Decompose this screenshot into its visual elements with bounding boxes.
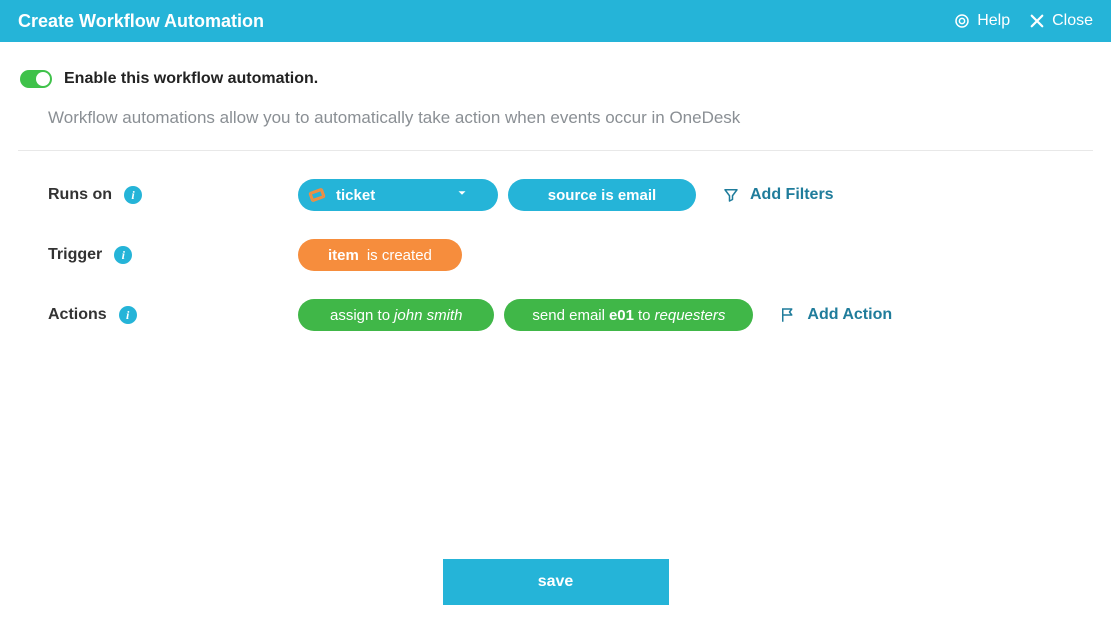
trigger-label: Trigger — [48, 246, 102, 264]
flag-icon — [779, 306, 797, 324]
add-filters-label: Add Filters — [750, 186, 834, 204]
filter-pill[interactable]: source is email — [508, 179, 696, 211]
add-action-button[interactable]: Add Action — [779, 306, 892, 324]
enable-toggle[interactable] — [20, 70, 52, 88]
assign-value: john smith — [394, 307, 462, 324]
help-label: Help — [977, 12, 1010, 30]
assign-action-pill[interactable]: assign to john smith — [298, 299, 494, 331]
actions-row: Actions i assign to john smith send emai… — [48, 299, 1093, 331]
runs-on-row: Runs on i ticket source is email — [48, 179, 1093, 211]
runs-on-content: ticket source is email Add Filters — [298, 179, 834, 211]
type-dropdown[interactable]: ticket — [298, 179, 498, 211]
close-button[interactable]: Close — [1028, 12, 1093, 30]
type-value: ticket — [336, 187, 375, 204]
header-actions: Help Close — [953, 12, 1093, 30]
enable-row: Enable this workflow automation. — [18, 70, 1093, 88]
help-button[interactable]: Help — [953, 12, 1010, 30]
chevron-down-icon — [455, 186, 469, 204]
filter-text: source is email — [548, 187, 656, 204]
save-button[interactable]: save — [443, 559, 669, 605]
trigger-row: Trigger i item is created — [48, 239, 1093, 271]
trigger-pill[interactable]: item is created — [298, 239, 462, 271]
dialog-content: Enable this workflow automation. Workflo… — [0, 42, 1111, 331]
help-icon — [953, 12, 971, 30]
ticket-icon — [308, 186, 326, 204]
runs-on-label-wrap: Runs on i — [48, 186, 298, 204]
filter-icon — [722, 186, 740, 204]
info-icon[interactable]: i — [124, 186, 142, 204]
config-section: Runs on i ticket source is email — [18, 179, 1093, 331]
close-icon — [1028, 12, 1046, 30]
dialog-title: Create Workflow Automation — [18, 11, 953, 32]
actions-label-wrap: Actions i — [48, 306, 298, 324]
info-icon[interactable]: i — [114, 246, 132, 264]
send-email-action-pill[interactable]: send email e01 to requesters — [504, 299, 753, 331]
actions-label: Actions — [48, 306, 107, 324]
send-template: e01 — [609, 307, 634, 324]
add-filters-button[interactable]: Add Filters — [722, 186, 834, 204]
trigger-created: is created — [367, 247, 432, 264]
trigger-content: item is created — [298, 239, 462, 271]
enable-label: Enable this workflow automation. — [64, 70, 318, 88]
trigger-label-wrap: Trigger i — [48, 246, 298, 264]
close-label: Close — [1052, 12, 1093, 30]
info-icon[interactable]: i — [119, 306, 137, 324]
trigger-item: item — [328, 247, 359, 264]
send-prefix: send email — [532, 307, 605, 324]
add-action-label: Add Action — [807, 306, 892, 324]
send-target: requesters — [655, 307, 726, 324]
runs-on-label: Runs on — [48, 186, 112, 204]
dialog-footer: save — [0, 559, 1111, 605]
description-text: Workflow automations allow you to automa… — [18, 108, 1093, 151]
actions-content: assign to john smith send email e01 to r… — [298, 299, 892, 331]
assign-prefix: assign to — [330, 307, 390, 324]
dialog-header: Create Workflow Automation Help Close — [0, 0, 1111, 42]
send-to: to — [638, 307, 651, 324]
